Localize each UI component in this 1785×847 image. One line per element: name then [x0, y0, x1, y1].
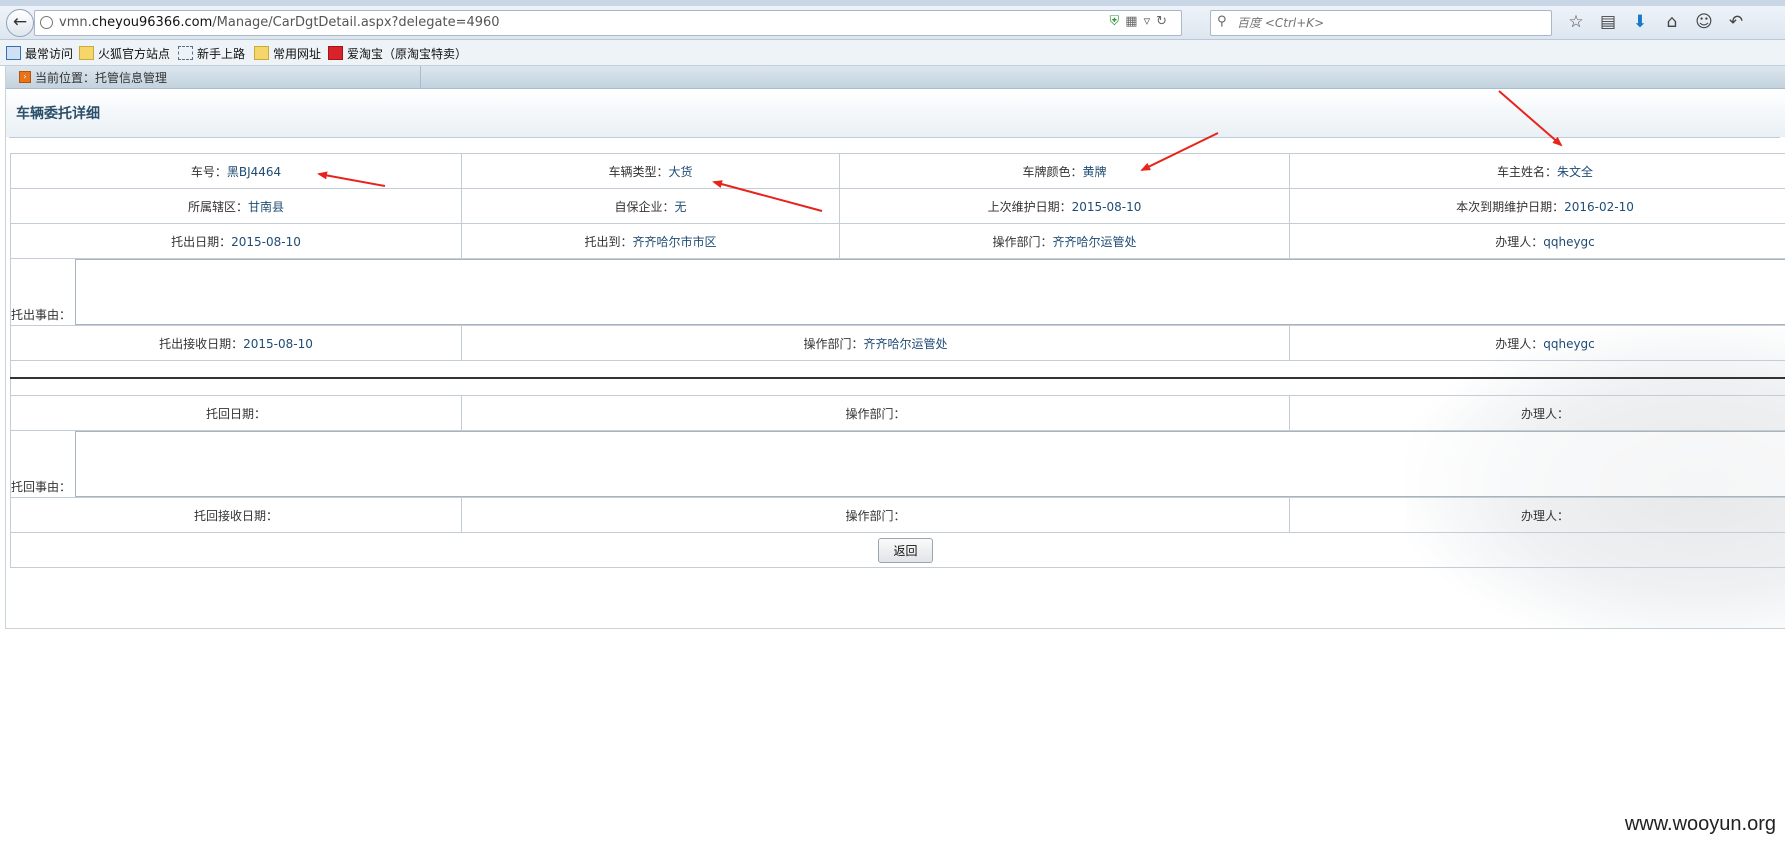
bookmark-most-visited[interactable]: 最常访问	[6, 45, 73, 62]
browser-toolbar-icons: ☆ ▤ ⬇ ⌂ ☺ ↶	[1560, 11, 1752, 33]
title-divider	[9, 137, 1780, 138]
reload-icon[interactable]: ↻	[1156, 14, 1173, 29]
field-vehicle-type: 车辆类型：大货	[461, 153, 840, 189]
table-row: 车号：黑BJ4464 车辆类型：大货 车牌颜色：黄牌 车主姓名：朱文全	[10, 153, 1785, 189]
return-button[interactable]: 返回	[878, 537, 933, 563]
address-bar-icons: ⛨▦▿↻	[1110, 14, 1174, 29]
address-url[interactable]: vmn.cheyou96366.com/Manage/CarDgtDetail.…	[59, 15, 500, 30]
qr-code-icon[interactable]: ▦	[1125, 14, 1143, 29]
field-out-destination: 托出到：齐齐哈尔市市区	[461, 223, 840, 259]
taobao-icon	[328, 46, 343, 60]
table-row	[10, 377, 1785, 396]
field-return-receive-date: 托回接收日期：	[10, 497, 462, 533]
field-out-receive-date: 托出接收日期：2015-08-10	[10, 325, 462, 361]
out-reason-label: 托出事由：	[11, 308, 72, 322]
table-row	[10, 360, 1785, 379]
field-plate-number: 车号：黑BJ4464	[10, 153, 462, 189]
field-return-date: 托回日期：	[10, 395, 462, 431]
location-text: 当前位置：托管信息管理	[35, 71, 168, 85]
dashed-box-icon	[178, 46, 193, 60]
field-out-date: 托出日期：2015-08-10	[10, 223, 462, 259]
section-divider	[10, 377, 1785, 396]
navigation-toolbar: ← o vmn.cheyou96366.com/Manage/CarDgtDet…	[0, 6, 1785, 40]
field-receive-handler: 办理人：qqheygc	[1289, 325, 1785, 361]
table-row: 所属辖区：甘南县 自保企业：无 上次维护日期：2015-08-10 本次到期维护…	[10, 188, 1785, 224]
table-row: 托出日期：2015-08-10 托出到：齐齐哈尔市市区 操作部门：齐齐哈尔运管处…	[10, 223, 1785, 259]
detail-table: 车号：黑BJ4464 车辆类型：大货 车牌颜色：黄牌 车主姓名：朱文全 所属辖区…	[10, 153, 1785, 568]
globe-icon: o	[40, 16, 53, 29]
search-input[interactable]	[1235, 13, 1539, 33]
bookmark-taobao[interactable]: 爱淘宝（原淘宝特卖）	[328, 45, 467, 62]
field-return-receive-department: 操作部门：	[461, 497, 1290, 533]
bookmark-blue-icon	[6, 46, 21, 60]
bookmarks-toolbar: 最常访问 火狐官方站点 新手上路 常用网址 爱淘宝（原淘宝特卖）	[0, 40, 1785, 66]
field-district: 所属辖区：甘南县	[10, 188, 462, 224]
folder-icon	[79, 46, 94, 60]
reader-icon[interactable]: ▤	[1592, 11, 1624, 33]
field-receive-department: 操作部门：齐齐哈尔运管处	[461, 325, 1290, 361]
watermark: www.wooyun.org	[1624, 813, 1776, 835]
field-insurance-company: 自保企业：无	[461, 188, 840, 224]
field-return-department: 操作部门：	[461, 395, 1290, 431]
shield-icon[interactable]: ⛨	[1110, 14, 1126, 29]
back-reason-cell: 托回事由：	[10, 430, 1785, 498]
blank-cell	[10, 360, 1785, 379]
chat-icon[interactable]: ☺	[1688, 11, 1720, 33]
table-row: 托回事由：	[10, 430, 1785, 498]
location-bar: › 当前位置：托管信息管理	[6, 66, 1785, 89]
bookmark-common-sites[interactable]: 常用网址	[254, 45, 321, 62]
field-next-maintenance: 本次到期维护日期：2016-02-10	[1289, 188, 1785, 224]
back-button[interactable]: ←	[6, 9, 34, 37]
field-plate-color: 车牌颜色：黄牌	[839, 153, 1290, 189]
address-bar[interactable]: o vmn.cheyou96366.com/Manage/CarDgtDetai…	[34, 10, 1182, 36]
field-owner-name: 车主姓名：朱文全	[1289, 153, 1785, 189]
page-title: 车辆委托详细	[16, 106, 100, 122]
out-reason-textarea[interactable]	[75, 259, 1785, 325]
bookmark-getting-started[interactable]: 新手上路	[178, 45, 245, 62]
field-return-handler: 办理人：	[1289, 395, 1785, 431]
button-cell: 返回	[10, 532, 1785, 568]
out-reason-cell: 托出事由：	[10, 258, 1785, 326]
field-out-department: 操作部门：齐齐哈尔运管处	[839, 223, 1290, 259]
bookmark-firefox-site[interactable]: 火狐官方站点	[79, 45, 170, 62]
field-last-maintenance: 上次维护日期：2015-08-10	[839, 188, 1290, 224]
table-row: 返回	[10, 532, 1785, 568]
back-reason-textarea[interactable]	[75, 431, 1785, 497]
field-return-receive-handler: 办理人：	[1289, 497, 1785, 533]
search-bar[interactable]: ⚲	[1210, 10, 1552, 36]
table-row: 托回接收日期： 操作部门： 办理人：	[10, 497, 1785, 533]
arrow-right-icon: ›	[19, 71, 31, 83]
dropdown-arrow-icon[interactable]: ▿	[1144, 14, 1157, 29]
title-row: 车辆委托详细	[6, 89, 1785, 137]
search-icon: ⚲	[1217, 14, 1227, 29]
undo-icon[interactable]: ↶	[1720, 11, 1752, 33]
download-icon[interactable]: ⬇	[1624, 11, 1656, 33]
home-icon[interactable]: ⌂	[1656, 11, 1688, 33]
star-icon[interactable]: ☆	[1560, 11, 1592, 33]
table-row: 托出事由：	[10, 258, 1785, 326]
folder-icon	[254, 46, 269, 60]
table-row: 托回日期： 操作部门： 办理人：	[10, 395, 1785, 431]
table-row: 托出接收日期：2015-08-10 操作部门：齐齐哈尔运管处 办理人：qqhey…	[10, 325, 1785, 361]
back-reason-label: 托回事由：	[11, 480, 72, 494]
field-out-handler: 办理人：qqheygc	[1289, 223, 1785, 259]
location-cell: › 当前位置：托管信息管理	[6, 66, 421, 88]
